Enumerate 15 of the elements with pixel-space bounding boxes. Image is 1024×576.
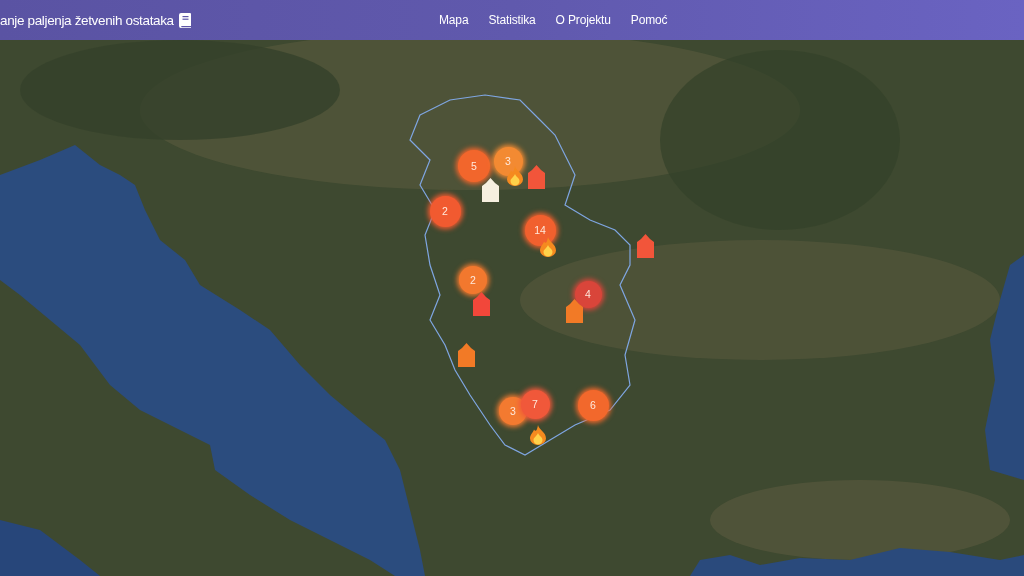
house-marker-icon[interactable]: [527, 165, 545, 189]
book-icon: [178, 12, 191, 28]
nav-link[interactable]: Statistika: [488, 13, 536, 27]
fire-icon[interactable]: [540, 237, 556, 257]
house-marker-icon[interactable]: [565, 299, 583, 323]
house-marker-icon[interactable]: [457, 343, 475, 367]
house-marker-icon[interactable]: [481, 178, 499, 202]
nav-link[interactable]: Pomoć: [630, 13, 668, 27]
fire-icon[interactable]: [530, 425, 546, 445]
nav-link[interactable]: Mapa: [439, 13, 469, 27]
fire-icon[interactable]: [507, 166, 523, 186]
nav-link[interactable]: O Projektu: [555, 13, 611, 27]
app-title: anje paljenja žetvenih ostataka: [0, 12, 174, 28]
house-marker-icon[interactable]: [472, 292, 490, 316]
house-marker-icon[interactable]: [636, 234, 654, 258]
